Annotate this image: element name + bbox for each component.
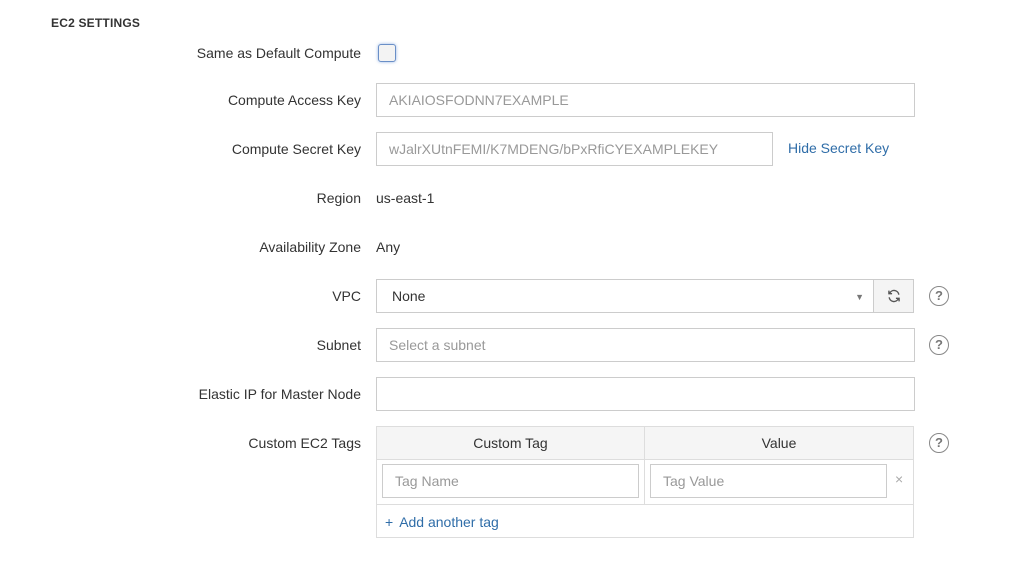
add-another-tag-link[interactable]: + Add another tag [385, 514, 499, 530]
secret-key-label: Compute Secret Key [231, 141, 361, 157]
hide-secret-key-link[interactable]: Hide Secret Key [788, 140, 889, 156]
section-title: EC2 SETTINGS [51, 16, 141, 30]
custom-tag-column-header: Custom Tag [473, 435, 548, 451]
secret-key-input[interactable] [376, 132, 773, 166]
availability-zone-value: Any [376, 239, 401, 255]
access-key-label: Compute Access Key [227, 92, 361, 108]
vpc-label: VPC [332, 288, 361, 304]
region-value: us-east-1 [376, 190, 435, 206]
vpc-help-icon[interactable]: ? [929, 286, 949, 306]
tag-name-input[interactable] [382, 464, 639, 498]
plus-icon: + [385, 514, 394, 530]
row-divider [377, 504, 913, 505]
elastic-ip-label: Elastic IP for Master Node [198, 386, 361, 402]
value-column-header: Value [761, 435, 797, 451]
access-key-input[interactable] [376, 83, 915, 117]
same-as-default-label: Same as Default Compute [196, 45, 361, 61]
vpc-select[interactable]: None ▼ [376, 279, 874, 313]
subnet-help-icon[interactable]: ? [929, 335, 949, 355]
tag-value-input[interactable] [650, 464, 887, 498]
custom-tags-table: Custom Tag Value × + Add another tag [376, 426, 914, 538]
availability-zone-label: Availability Zone [259, 239, 361, 255]
add-another-tag-label: Add another tag [399, 514, 499, 530]
tags-table-header: Custom Tag Value [377, 427, 913, 460]
refresh-vpc-button[interactable] [873, 279, 914, 313]
region-label: Region [316, 190, 361, 206]
vpc-selected-value: None [392, 288, 426, 304]
elastic-ip-input[interactable] [376, 377, 915, 411]
column-divider [644, 427, 645, 504]
subnet-label: Subnet [316, 337, 361, 353]
subnet-input[interactable] [376, 328, 915, 362]
custom-tags-help-icon[interactable]: ? [929, 433, 949, 453]
refresh-icon [887, 289, 900, 303]
custom-tags-label: Custom EC2 Tags [248, 435, 361, 451]
same-as-default-checkbox[interactable] [378, 44, 396, 62]
caret-down-icon: ▼ [855, 292, 864, 302]
remove-tag-icon[interactable]: × [895, 471, 903, 487]
